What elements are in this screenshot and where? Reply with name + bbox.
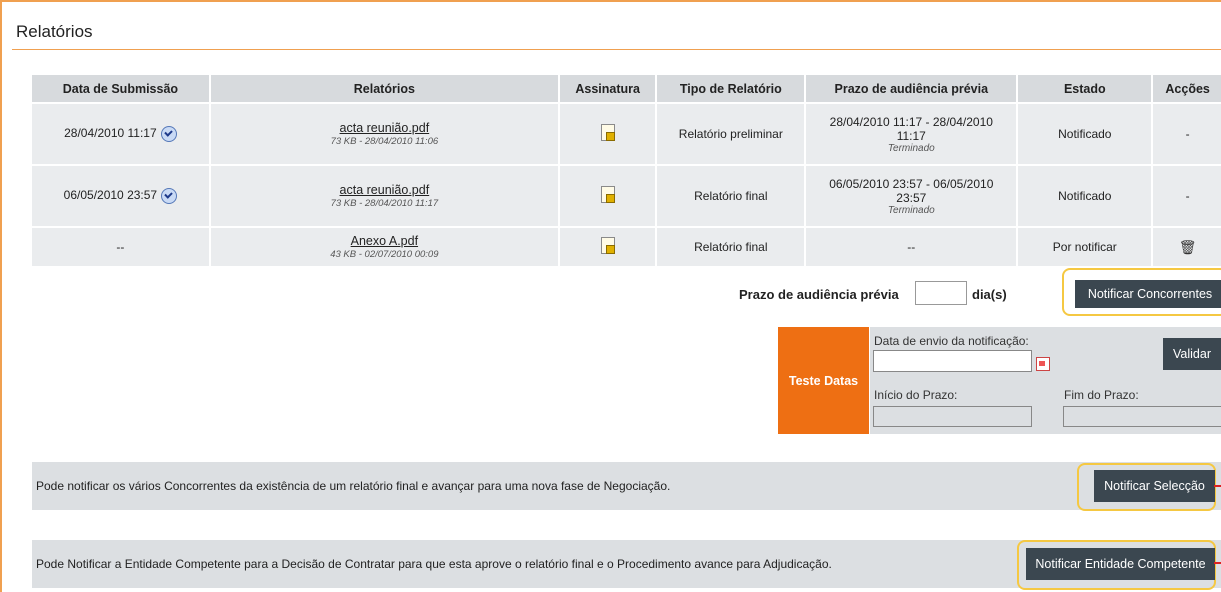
col-header-estado[interactable]: Estado bbox=[1017, 75, 1154, 104]
prazo-range: -- bbox=[805, 227, 1019, 268]
prazo-status: Terminado bbox=[887, 204, 935, 216]
prazo-unit: dia(s) bbox=[972, 287, 1007, 302]
notificar-seleccao-button[interactable]: Notificar Selecção bbox=[1094, 470, 1215, 502]
submission-date: 06/05/2010 23:57 bbox=[63, 188, 158, 203]
report-type: Relatório final bbox=[656, 165, 807, 228]
entidade-description: Pode Notificar a Entidade Competente par… bbox=[36, 557, 832, 571]
inicio-label: Início do Prazo: bbox=[874, 388, 958, 402]
status-cell: Notificado bbox=[1017, 103, 1154, 166]
envio-label: Data de envio da notificação: bbox=[874, 334, 1029, 348]
col-header-accoes: Acções bbox=[1152, 75, 1221, 104]
prazo-days-input[interactable] bbox=[915, 281, 967, 305]
col-header-data-submissao[interactable]: Data de Submissão bbox=[32, 75, 211, 104]
page-title: Relatórios bbox=[16, 22, 93, 41]
prazo-status: Terminado bbox=[887, 142, 935, 154]
calendar-icon[interactable] bbox=[1036, 357, 1050, 371]
col-header-relatorios[interactable]: Relatórios bbox=[209, 75, 560, 104]
prazo-label: Prazo de audiência prévia bbox=[739, 287, 899, 302]
prazo-range: 06/05/2010 23:57 - 06/05/2010 23:57 bbox=[829, 176, 994, 205]
signed-document-icon[interactable] bbox=[600, 186, 615, 203]
fim-date-field bbox=[1063, 406, 1221, 427]
notificar-concorrentes-button[interactable]: Notificar Concorrentes bbox=[1075, 280, 1221, 308]
report-cell: acta reunião.pdf 73 KB - 28/04/2010 11:1… bbox=[209, 165, 560, 228]
notificar-entidade-button[interactable]: Notificar Entidade Competente bbox=[1026, 548, 1215, 580]
prazo-cell: 06/05/2010 23:57 - 06/05/2010 23:57 Term… bbox=[805, 165, 1019, 228]
signed-document-icon[interactable] bbox=[600, 124, 615, 141]
submission-date-cell: 06/05/2010 23:57 bbox=[32, 165, 211, 228]
trash-icon[interactable]: 🗑 bbox=[1179, 239, 1197, 255]
seleccao-description: Pode notificar os vários Concorrentes da… bbox=[36, 479, 671, 493]
col-header-tipo[interactable]: Tipo de Relatório bbox=[656, 75, 807, 104]
col-header-assinatura[interactable]: Assinatura bbox=[558, 75, 658, 104]
report-file-meta: 73 KB - 28/04/2010 11:17 bbox=[330, 198, 439, 209]
submission-date: 28/04/2010 11:17 bbox=[64, 126, 157, 141]
clock-icon[interactable] bbox=[161, 188, 178, 204]
actions-cell: - bbox=[1152, 103, 1221, 166]
table-row: -- Anexo A.pdf 43 KB - 02/07/2010 00:09 … bbox=[32, 227, 1221, 268]
report-file-link[interactable]: acta reunião.pdf bbox=[211, 121, 558, 135]
reports-table: Data de Submissão Relatórios Assinatura … bbox=[32, 75, 1221, 268]
actions-cell: - bbox=[1152, 165, 1221, 228]
red-marker bbox=[1214, 562, 1221, 564]
prazo-cell: 28/04/2010 11:17 - 28/04/2010 11:17 Term… bbox=[805, 103, 1019, 166]
report-file-meta: 43 KB - 02/07/2010 00:09 bbox=[330, 249, 439, 260]
submission-date-cell: 28/04/2010 11:17 bbox=[32, 103, 211, 166]
col-header-prazo[interactable]: Prazo de audiência prévia bbox=[805, 75, 1019, 104]
prazo-range: 28/04/2010 11:17 - 28/04/2010 11:17 bbox=[829, 114, 993, 143]
table-row: 06/05/2010 23:57 acta reunião.pdf 73 KB … bbox=[32, 165, 1221, 228]
report-cell: acta reunião.pdf 73 KB - 28/04/2010 11:0… bbox=[209, 103, 560, 166]
report-file-meta: 73 KB - 28/04/2010 11:06 bbox=[330, 136, 439, 147]
report-cell: Anexo A.pdf 43 KB - 02/07/2010 00:09 bbox=[209, 227, 560, 268]
clock-icon[interactable] bbox=[160, 126, 177, 142]
title-divider bbox=[12, 49, 1221, 50]
status-cell: Por notificar bbox=[1017, 227, 1154, 268]
table-header-row: Data de Submissão Relatórios Assinatura … bbox=[32, 75, 1221, 104]
fim-label: Fim do Prazo: bbox=[1064, 388, 1139, 402]
signature-cell bbox=[558, 165, 658, 228]
status-cell: Notificado bbox=[1017, 165, 1154, 228]
actions-cell: 🗑 bbox=[1152, 227, 1221, 268]
inicio-date-field bbox=[873, 406, 1032, 427]
report-file-link[interactable]: Anexo A.pdf bbox=[211, 234, 558, 248]
teste-datas-label: Teste Datas bbox=[778, 327, 869, 434]
validar-button[interactable]: Validar bbox=[1163, 338, 1221, 370]
teste-datas-panel: Data de envio da notificação: Validar In… bbox=[870, 327, 1221, 434]
notificar-seleccao-band: Pode notificar os vários Concorrentes da… bbox=[32, 462, 1221, 510]
envio-date-input[interactable] bbox=[873, 350, 1032, 372]
signed-document-icon[interactable] bbox=[600, 237, 615, 254]
report-type: Relatório final bbox=[656, 227, 807, 268]
table-row: 28/04/2010 11:17 acta reunião.pdf 73 KB … bbox=[32, 103, 1221, 166]
report-type: Relatório preliminar bbox=[656, 103, 807, 166]
signature-cell bbox=[558, 103, 658, 166]
signature-cell bbox=[558, 227, 658, 268]
report-file-link[interactable]: acta reunião.pdf bbox=[211, 183, 558, 197]
red-marker bbox=[1214, 485, 1221, 487]
submission-date: -- bbox=[32, 227, 211, 268]
